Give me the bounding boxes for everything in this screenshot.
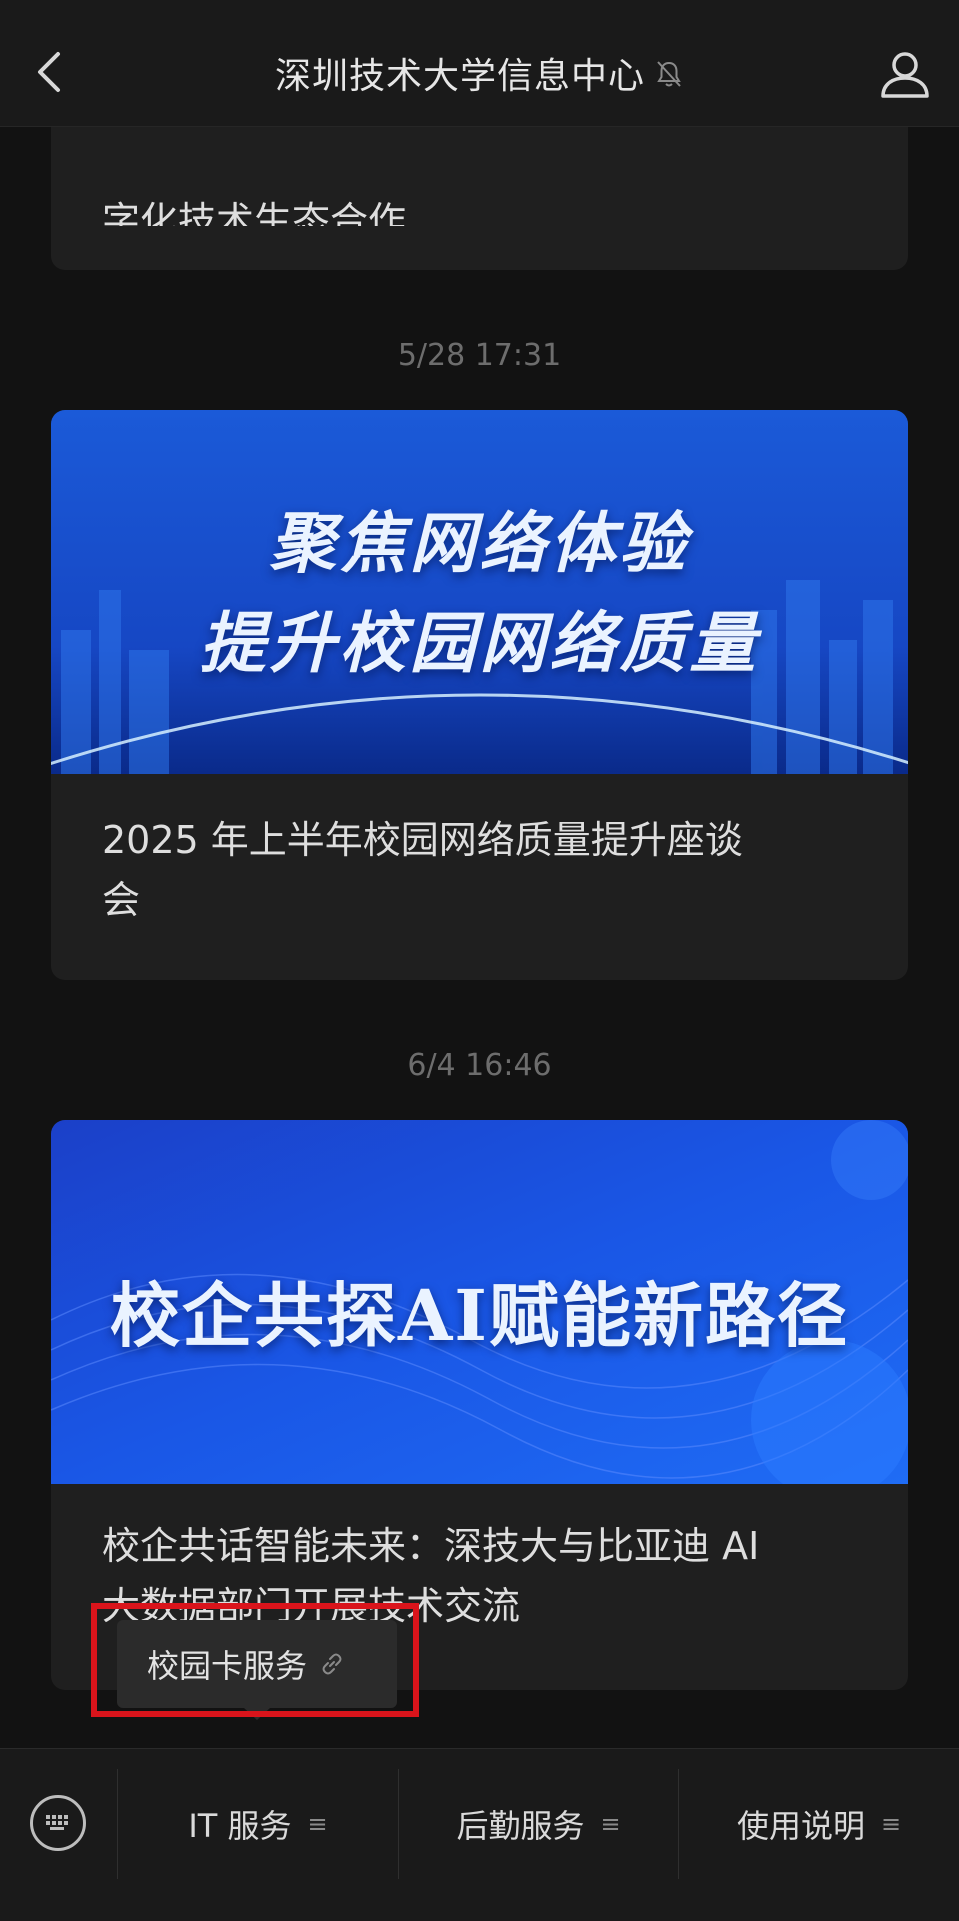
title-group: 深圳技术大学信息中心 (200, 48, 760, 98)
highlight-box (91, 1603, 419, 1717)
message-timestamp: 5/28 17:31 (397, 338, 562, 373)
article-title-line: 会 (102, 878, 141, 922)
article-title: 2025 年上半年校园网络质量提升座谈 会 (102, 810, 802, 930)
menu-label: 后勤服务 (456, 1807, 585, 1845)
person-icon[interactable] (877, 46, 933, 102)
article-card-network[interactable]: 聚焦网络体验 提升校园网络质量 2025 年上半年校园网络质量提升座谈 会 (51, 410, 908, 980)
article-cover-image: 聚焦网络体验 提升校园网络质量 (51, 410, 908, 774)
bell-muted-icon (657, 61, 681, 87)
top-bar: 深圳技术大学信息中心 (0, 0, 959, 127)
menu-label: IT 服务 (188, 1807, 292, 1845)
article-cover-image: 校企共探AI赋能新路径 (51, 1120, 908, 1484)
article-title-line: 2025 年上半年校园网络质量提升座谈 (102, 818, 743, 862)
menu-label: 使用说明 (736, 1807, 865, 1845)
menu-lines-icon: ≡ (600, 1810, 621, 1838)
menu-lines-icon: ≡ (880, 1810, 902, 1838)
menu-logistics-services[interactable]: 后勤服务 ≡ (399, 1769, 678, 1879)
article-title: 字化技术生态合作 (102, 199, 407, 226)
bottom-menu-bar: IT 服务 ≡ 后勤服务 ≡ 使用说明 ≡ (0, 1748, 959, 1921)
cover-headline-2: 提升校园网络质量 (199, 605, 760, 682)
menu-instructions[interactable]: 使用说明 ≡ (679, 1769, 959, 1879)
page-title: 深圳技术大学信息中心 (274, 56, 645, 97)
chevron-left-icon[interactable] (30, 48, 70, 96)
keyboard-icon[interactable] (30, 1795, 86, 1851)
cover-headline-1: 聚焦网络体验 (269, 505, 690, 582)
menu-it-services[interactable]: IT 服务 ≡ (118, 1769, 398, 1879)
cover-headline: 校企共探AI赋能新路径 (109, 1274, 850, 1357)
message-timestamp: 6/4 16:46 (407, 1048, 552, 1083)
menu-lines-icon: ≡ (307, 1810, 328, 1838)
article-title-line: 校企共话智能未来：深技大与比亚迪 AI (102, 1524, 760, 1568)
